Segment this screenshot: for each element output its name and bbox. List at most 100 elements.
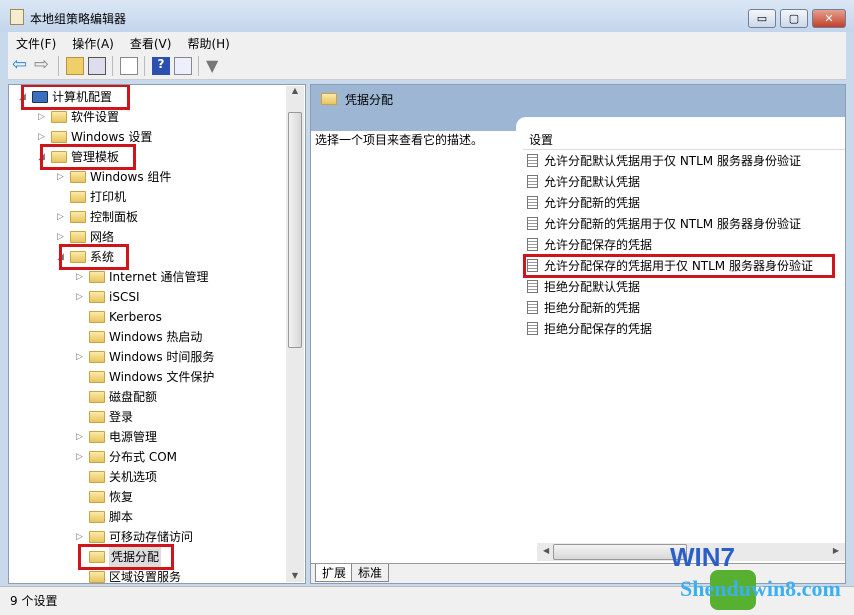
setting-label: 允许分配默认凭据用于仅 NTLM 服务器身份验证 — [544, 154, 801, 168]
expand-arrow-icon[interactable]: ▷ — [76, 267, 86, 287]
forward-icon[interactable]: ⇨ — [34, 56, 52, 75]
setting-item[interactable]: 允许分配保存的凭据 — [527, 235, 652, 255]
setting-label: 拒绝分配新的凭据 — [544, 301, 641, 315]
tree-item[interactable]: 脚本 — [9, 507, 289, 527]
tree-item[interactable]: ◢ 系统 — [9, 247, 289, 267]
setting-label: 允许分配新的凭据用于仅 NTLM 服务器身份验证 — [544, 217, 801, 231]
setting-item[interactable]: 允许分配新的凭据 — [527, 193, 640, 213]
folder-icon — [89, 331, 105, 343]
tree-item[interactable]: ▷ Windows 时间服务 — [9, 347, 289, 367]
tree-item[interactable]: ▷ 电源管理 — [9, 427, 289, 447]
setting-item[interactable]: 允许分配默认凭据 — [527, 172, 640, 192]
folder-icon — [89, 571, 105, 583]
show-action-pane-icon[interactable] — [174, 57, 192, 75]
tree-item-label: Kerberos — [109, 310, 162, 324]
maximize-button[interactable]: ▢ — [780, 9, 808, 28]
hscroll-thumb[interactable] — [553, 544, 687, 560]
folder-icon — [51, 131, 67, 143]
tree-item-label: Windows 文件保护 — [109, 370, 215, 384]
folder-icon — [321, 93, 337, 105]
tree-item[interactable]: ▷ 软件设置 — [9, 107, 289, 127]
folder-icon — [70, 191, 86, 203]
folder-icon — [89, 391, 105, 403]
setting-label: 允许分配保存的凭据 — [544, 238, 653, 252]
policy-setting-icon — [527, 217, 538, 230]
setting-item[interactable]: 拒绝分配默认凭据 — [527, 277, 640, 297]
tree-item[interactable]: ▷ Windows 组件 — [9, 167, 289, 187]
setting-item[interactable]: 允许分配默认凭据用于仅 NTLM 服务器身份验证 — [527, 151, 801, 171]
tree-item[interactable]: ▷ 分布式 COM — [9, 447, 289, 467]
column-header-settings[interactable]: 设置 — [529, 131, 553, 148]
tree-item-label: 区域设置服务 — [109, 570, 182, 584]
tree-item-label: 恢复 — [109, 490, 134, 504]
expand-arrow-icon[interactable]: ▷ — [57, 207, 67, 227]
policy-setting-icon — [527, 322, 538, 335]
window-title: 本地组策略编辑器 — [30, 12, 127, 26]
tree-item[interactable]: ▷ 网络 — [9, 227, 289, 247]
expand-arrow-icon[interactable]: ▷ — [76, 347, 86, 367]
folder-icon — [89, 431, 105, 443]
setting-label: 允许分配新的凭据 — [544, 196, 641, 210]
toolbar: ⇦ ⇨ ? ▼ — [8, 52, 846, 80]
folder-icon — [89, 491, 105, 503]
details-title: 凭据分配 — [345, 93, 394, 107]
menu-bar: 文件(F) 操作(A) 查看(V) 帮助(H) — [8, 32, 846, 52]
setting-item[interactable]: 拒绝分配新的凭据 — [527, 298, 640, 318]
tree-item[interactable]: Windows 文件保护 — [9, 367, 289, 387]
tree-item[interactable]: 打印机 — [9, 187, 289, 207]
tree-item[interactable]: ▷ Internet 通信管理 — [9, 267, 289, 287]
tree-item[interactable]: 登录 — [9, 407, 289, 427]
tree-item[interactable]: ▷ 控制面板 — [9, 207, 289, 227]
highlight-box — [523, 254, 835, 278]
description-text: 选择一个项目来查看它的描述。 — [315, 133, 484, 147]
setting-item[interactable]: 拒绝分配保存的凭据 — [527, 319, 652, 339]
policy-setting-icon — [527, 196, 538, 209]
export-list-icon[interactable] — [120, 57, 138, 75]
help-icon[interactable]: ? — [152, 57, 170, 75]
tab-extended[interactable]: 扩展 — [315, 564, 354, 582]
folder-icon — [89, 311, 105, 323]
back-icon[interactable]: ⇦ — [12, 56, 30, 75]
tree-item-label: 登录 — [109, 410, 134, 424]
folder-icon — [89, 271, 105, 283]
tree-item[interactable]: Kerberos — [9, 307, 289, 327]
expand-arrow-icon[interactable]: ▷ — [57, 167, 67, 187]
folder-icon — [89, 351, 105, 363]
expand-arrow-icon[interactable]: ▷ — [76, 287, 86, 307]
expand-arrow-icon[interactable]: ▷ — [38, 107, 48, 127]
folder-icon — [89, 371, 105, 383]
tree-item-label: 磁盘配额 — [109, 390, 158, 404]
tree-item-label: 关机选项 — [109, 470, 158, 484]
tree-item[interactable]: Windows 热启动 — [9, 327, 289, 347]
tree-item-label: 软件设置 — [71, 110, 120, 124]
policy-setting-icon — [527, 154, 538, 167]
folder-icon — [89, 511, 105, 523]
folder-icon — [89, 531, 105, 543]
tree-item-label: Windows 热启动 — [109, 330, 203, 344]
tree-item[interactable]: 磁盘配额 — [9, 387, 289, 407]
tree-item[interactable]: ▷ iSCSI — [9, 287, 289, 307]
tree-item[interactable]: 关机选项 — [9, 467, 289, 487]
tree-scroll-thumb[interactable] — [288, 112, 302, 348]
close-button[interactable]: ✕ — [812, 9, 846, 28]
tree-item-label: 分布式 COM — [109, 450, 177, 464]
details-pane: 凭据分配 选择一个项目来查看它的描述。 设置 允许分配默认凭据用于仅 NTLM … — [310, 84, 846, 584]
folder-icon — [51, 111, 67, 123]
expand-arrow-icon[interactable]: ▷ — [76, 447, 86, 467]
tree-item-label: Windows 组件 — [90, 170, 172, 184]
show-hide-tree-icon[interactable] — [88, 57, 106, 75]
tree-item-label: Windows 时间服务 — [109, 350, 215, 364]
folder-icon — [70, 211, 86, 223]
folder-icon — [89, 291, 105, 303]
minimize-button[interactable]: ▭ — [748, 9, 776, 28]
setting-item[interactable]: 允许分配新的凭据用于仅 NTLM 服务器身份验证 — [527, 214, 801, 234]
tree-item[interactable]: 区域设置服务 — [9, 567, 289, 584]
folder-icon — [89, 411, 105, 423]
folder-icon — [89, 471, 105, 483]
up-folder-icon[interactable] — [66, 57, 84, 75]
tab-standard[interactable]: 标准 — [351, 564, 390, 582]
tree-item-label: iSCSI — [109, 290, 140, 304]
expand-arrow-icon[interactable]: ▷ — [76, 427, 86, 447]
tree-item[interactable]: 恢复 — [9, 487, 289, 507]
filter-icon[interactable]: ▼ — [206, 57, 224, 75]
